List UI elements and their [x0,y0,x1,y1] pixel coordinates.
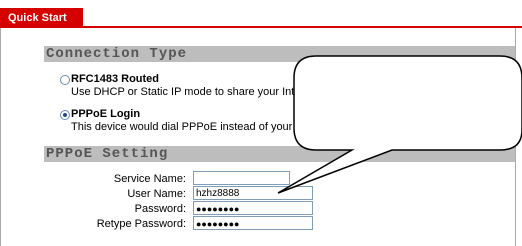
callout-bubble-shape [277,55,522,194]
callout-bubble [277,55,522,194]
